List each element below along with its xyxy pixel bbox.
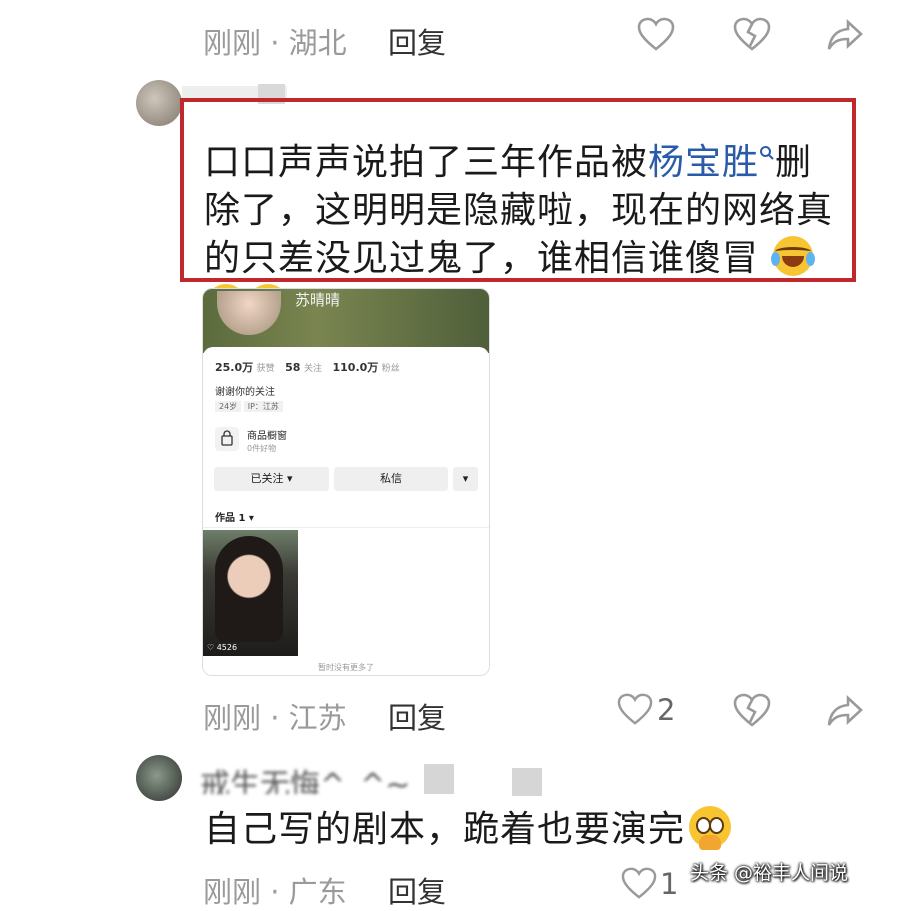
works-tab[interactable]: 作品 1 ▾ xyxy=(215,509,254,524)
likes-value: 25.0万 xyxy=(215,361,254,374)
like-count: 1 xyxy=(660,867,679,901)
dislike-broken-heart-icon[interactable] xyxy=(732,692,772,732)
shop-title[interactable]: 商品橱窗 xyxy=(247,427,287,442)
fans-value: 110.0万 xyxy=(332,361,379,374)
share-icon[interactable] xyxy=(826,18,864,56)
search-icon[interactable] xyxy=(759,126,775,174)
username-redacted-block xyxy=(512,768,542,796)
like-icon[interactable] xyxy=(636,16,676,56)
like-icon[interactable] xyxy=(620,866,658,904)
comment-text: 自己写的剧本，跪着也要演完 xyxy=(204,806,732,854)
video-heart-icon: ♡ xyxy=(207,643,215,652)
following-value: 58 xyxy=(285,361,301,374)
watermark-text: 头条 @裕丰人间说 xyxy=(690,862,849,884)
dislike-broken-heart-icon[interactable] xyxy=(732,16,772,56)
hand-over-mouth-icon xyxy=(689,806,732,850)
message-button[interactable]: 私信 xyxy=(334,467,448,491)
video-thumbnail[interactable]: ♡ 4526 xyxy=(203,530,298,656)
following-label: 关注 xyxy=(303,364,322,374)
reply-button[interactable]: 回复 xyxy=(388,869,446,911)
reply-button[interactable]: 回复 xyxy=(388,695,446,737)
like-count: 2 xyxy=(657,693,676,727)
shop-subtitle: 0件好物 xyxy=(247,444,277,453)
profile-screenshot[interactable]: 苏晴晴 25.0万 获赞 58 关注 110.0万 粉丝 谢谢你的关注 24岁 … xyxy=(202,288,490,676)
profile-name: 苏晴晴 xyxy=(295,291,341,309)
fans-label: 粉丝 xyxy=(381,364,400,374)
comment-text-part-a: 口口声声说拍了三年作品被 xyxy=(204,142,649,183)
commenter-name[interactable]: 戒生无悔^_^~ xyxy=(200,760,420,794)
ip-tag: IP：江苏 xyxy=(243,401,283,412)
comment-text-main: 自己写的剧本，跪着也要演完 xyxy=(204,809,686,850)
comment-meta: 刚刚 · 广东 xyxy=(203,875,347,909)
mention-link[interactable]: 杨宝胜 xyxy=(648,142,759,183)
like-icon[interactable] xyxy=(616,692,654,730)
reply-button-top[interactable]: 回复 xyxy=(388,20,446,62)
commenter-avatar[interactable] xyxy=(136,755,182,801)
comment-meta: 刚刚 · 江苏 xyxy=(203,701,347,735)
profile-bio: 谢谢你的关注 xyxy=(215,387,275,398)
shop-bag-icon xyxy=(215,427,239,451)
username-redacted-block xyxy=(424,764,454,794)
share-icon[interactable] xyxy=(826,694,864,732)
no-more-text: 暂时没有更多了 xyxy=(318,663,374,672)
age-tag: 24岁 xyxy=(215,401,242,412)
comment-meta-top: 刚刚 · 湖北 xyxy=(203,26,347,60)
video-likes: 4526 xyxy=(216,643,238,652)
likes-label: 获赞 xyxy=(256,364,275,374)
more-options-button[interactable]: ▾ xyxy=(453,467,478,491)
followed-button[interactable]: 已关注 ▾ xyxy=(214,467,329,491)
commenter-avatar[interactable] xyxy=(136,80,182,126)
